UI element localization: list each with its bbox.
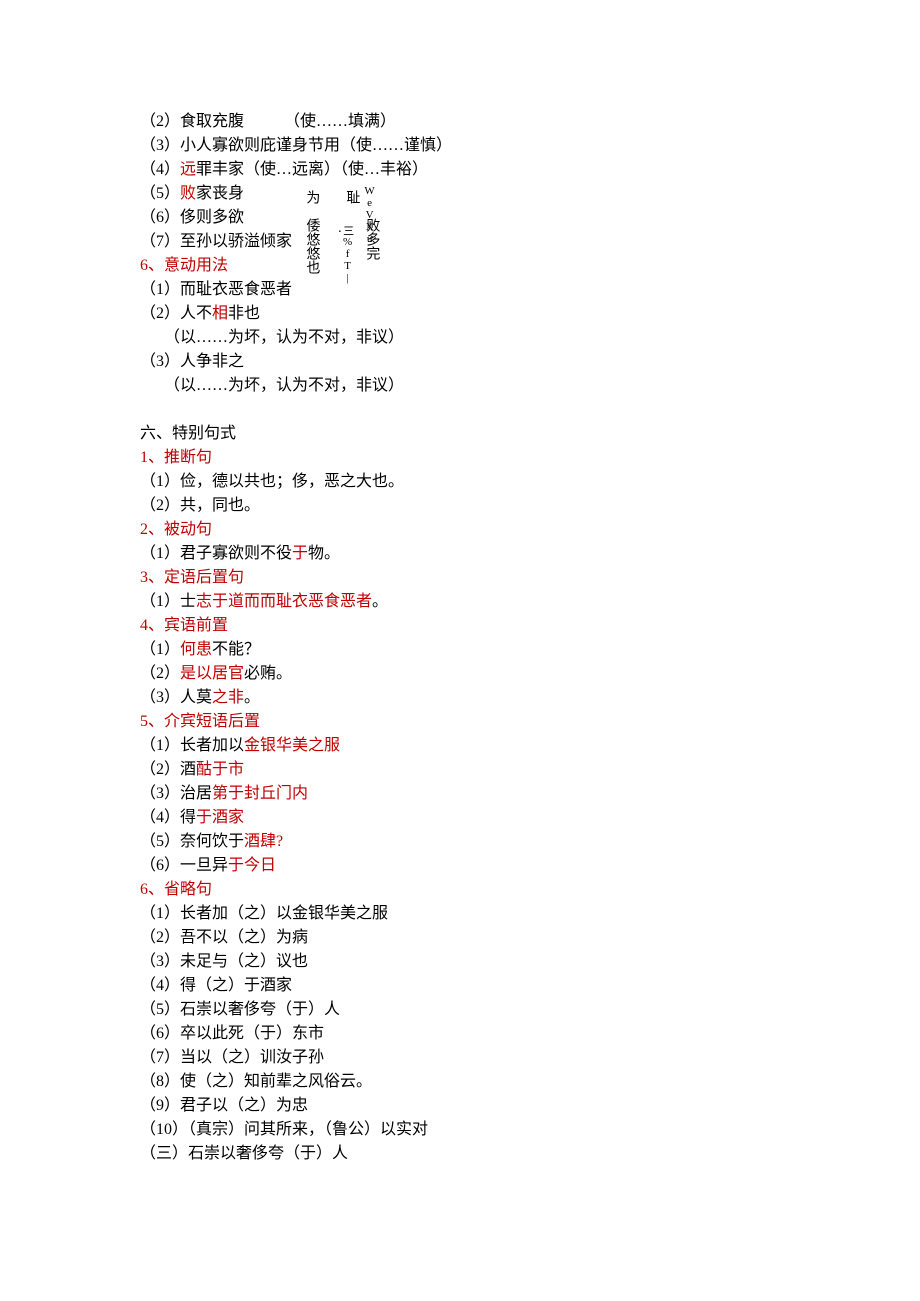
item-line: （8）使（之）知前辈之风俗云。 <box>140 1070 920 1094</box>
item-line: （10）（真宗）问其所来，（鲁公）以实对 <box>140 1118 920 1142</box>
subsection-heading: 6、省略句 <box>140 878 920 902</box>
vertical-annotation: 三%fT| <box>338 225 356 284</box>
item-line: （7）至孙以骄溢倾家 <box>140 230 920 254</box>
vertical-col: 倭悠悠也 <box>300 218 322 274</box>
item-line: （6）侈则多欲 <box>140 206 920 230</box>
item-line: （6）卒以此死（于）东市 <box>140 1022 920 1046</box>
item-line: （5）败家丧身 <box>140 182 920 206</box>
item-line: （6）一旦异于今日 <box>140 854 920 878</box>
subsection-heading: 5、介宾短语后置 <box>140 710 920 734</box>
item-line: （5）石崇以奢侈夸（于）人 <box>140 998 920 1022</box>
item-line: （4）得于酒家 <box>140 806 920 830</box>
item-line: （9）君子以（之）为忠 <box>140 1094 920 1118</box>
section-heading: 六、特别句式 <box>140 422 920 446</box>
item-line: （5）奈何饮于酒肆? <box>140 830 920 854</box>
item-line: （2）是以居官必贿。 <box>140 662 920 686</box>
subsection-heading: 3、定语后置句 <box>140 566 920 590</box>
item-line: （3）未足与（之）议也 <box>140 950 920 974</box>
section-heading: 6、意动用法 <box>140 254 920 278</box>
item-line: （1）士志于道而而耻衣恶食恶者。 <box>140 590 920 614</box>
gloss-line: （以……为坏，认为不对，非议） <box>140 374 920 398</box>
subsection-heading: 1、推断句 <box>140 446 920 470</box>
item-line: （2）酒酤于市 <box>140 758 920 782</box>
item-line: （2）共，同也。 <box>140 494 920 518</box>
item-line: （1）俭，德以共也；侈，恶之大也。 <box>140 470 920 494</box>
item-line: （2）人不相非也 <box>140 302 920 326</box>
vertical-annotation: 败多完 <box>360 218 382 260</box>
page-container: （2）食取充腹 （使……填满） （3）小人寡欲则庇谨身节用（使……谨慎） （4）… <box>0 0 920 1301</box>
vertical-col: 为 <box>300 190 322 204</box>
subsection-heading: 2、被动句 <box>140 518 920 542</box>
item-line: （3）人莫之非。 <box>140 686 920 710</box>
item-line: （3）人争非之 <box>140 350 920 374</box>
item-line: （3）治居第于封丘门内 <box>140 782 920 806</box>
subsection-heading: 4、宾语前置 <box>140 614 920 638</box>
item-line: （三）石崇以奢侈夸（于）人 <box>140 1142 920 1166</box>
item-line: （1）长者加（之）以金银华美之服 <box>140 902 920 926</box>
item-line: （7）当以（之）训汝子孙 <box>140 1046 920 1070</box>
item-line: （1）君子寡欲则不役于物。 <box>140 542 920 566</box>
item-line: （1）长者加以金银华美之服 <box>140 734 920 758</box>
vertical-annotation: 倭悠悠也 <box>300 218 322 274</box>
gloss-line: （以……为坏，认为不对，非议） <box>140 326 920 350</box>
item-line: （1）何患不能？ <box>140 638 920 662</box>
item-line: （2）食取充腹 （使……填满） <box>140 110 920 134</box>
blank-line <box>140 398 920 422</box>
item-line: （3）小人寡欲则庇谨身节用（使……谨慎） <box>140 134 920 158</box>
vertical-annotation: 为 <box>300 190 322 204</box>
item-line: （4）远罪丰家（使…远离）（使…丰裕） <box>140 158 920 182</box>
item-line: （2）吾不以（之）为病 <box>140 926 920 950</box>
item-line: （4）得（之）于酒家 <box>140 974 920 998</box>
item-line: （1）而耻衣恶食恶者 <box>140 278 920 302</box>
vertical-col: 败多完 <box>360 218 382 260</box>
vertical-col: 三%fT| <box>338 225 356 284</box>
